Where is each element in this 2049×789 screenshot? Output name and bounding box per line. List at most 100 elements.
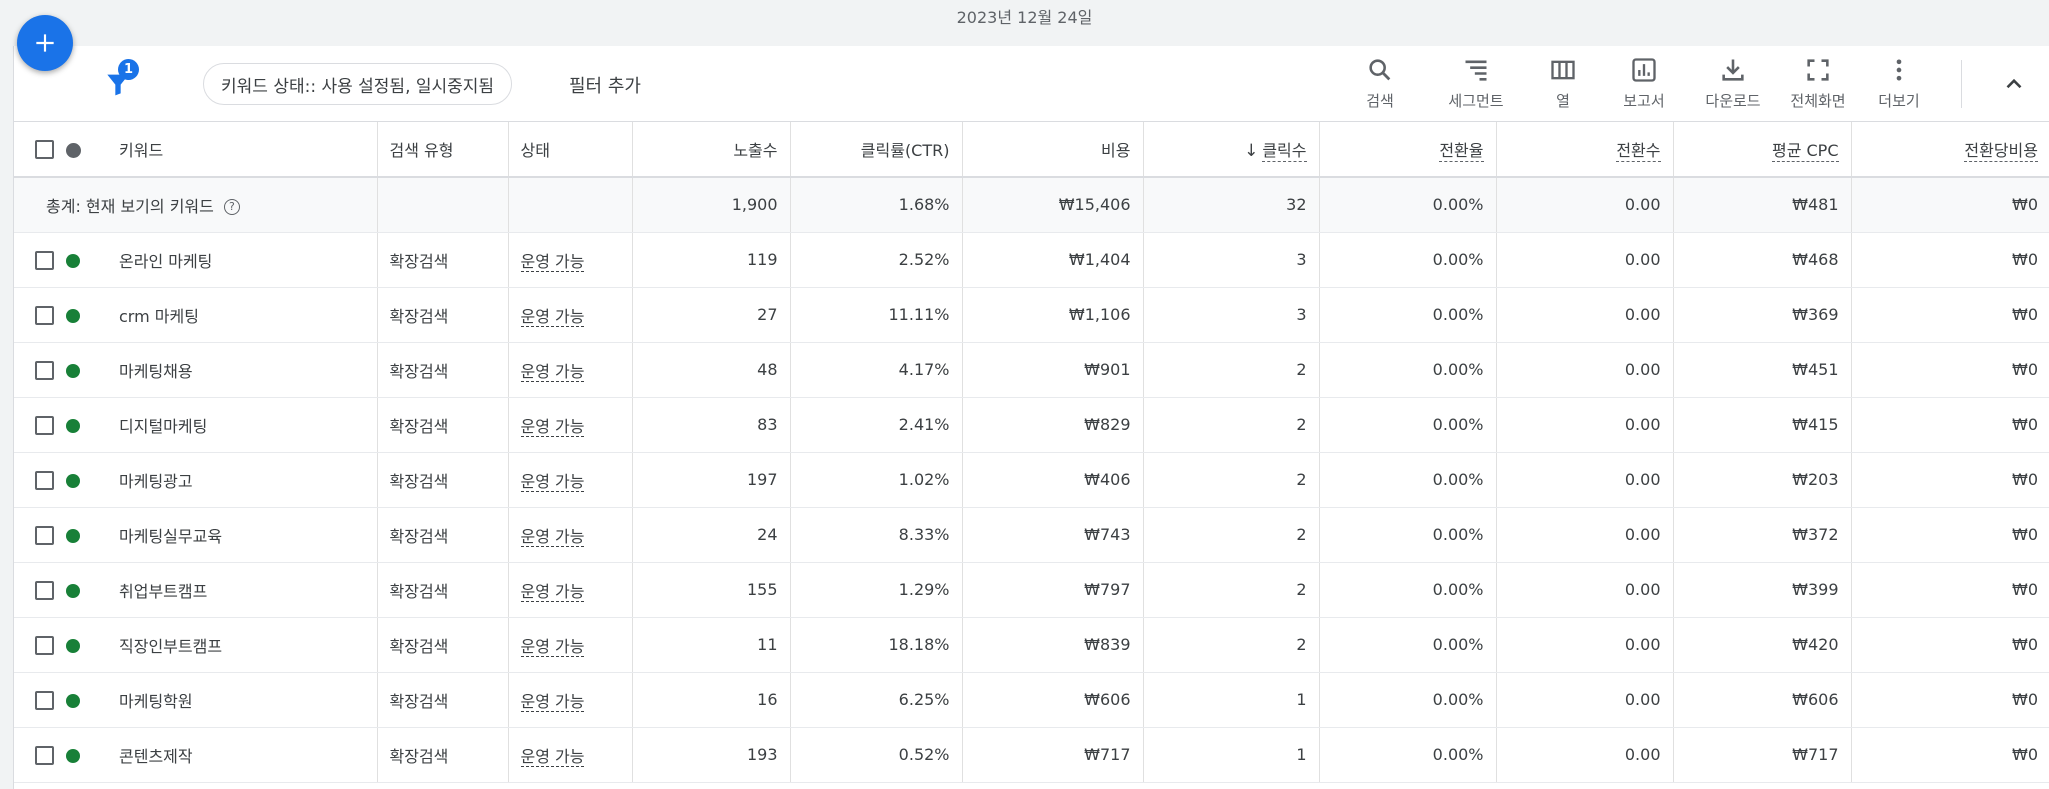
row-conversions: 0.00 xyxy=(1495,617,1673,673)
row-cost-per-conv: ₩0 xyxy=(1850,287,2049,343)
row-checkbox[interactable] xyxy=(35,415,54,435)
row-ctr: 18.18% xyxy=(789,617,962,673)
row-status: 운영 가능 xyxy=(507,617,632,673)
table-row: 온라인 마케팅 확장검색 운영 가능 119 2.52% ₩1,404 3 0.… xyxy=(14,232,2049,288)
col-cost[interactable]: 비용 xyxy=(961,122,1143,178)
status-link[interactable]: 운영 가능 xyxy=(520,636,585,657)
segment-button[interactable]: 세그먼트 xyxy=(1428,56,1524,116)
collapse-button[interactable] xyxy=(1996,66,2032,102)
table-header-row: 키워드 검색 유형 상태 노출수 클릭률(CTR) 비용 ↓ 클릭수 전환율 전환… xyxy=(14,122,2049,178)
row-checkbox[interactable] xyxy=(35,690,54,710)
keyword-text[interactable]: 온라인 마케팅 xyxy=(119,252,212,271)
col-conversions[interactable]: 전환수 xyxy=(1495,122,1673,178)
keyword-status-filter-chip[interactable]: 키워드 상태:: 사용 설정됨, 일시중지됨 xyxy=(203,63,513,105)
row-conversions: 0.00 xyxy=(1495,287,1673,343)
row-conv-rate: 0.00% xyxy=(1318,397,1496,453)
row-match-type: 확장검색 xyxy=(376,452,508,508)
row-keyword[interactable]: 마케팅실무교육 xyxy=(92,507,377,563)
col-conv-rate-label: 전환율 xyxy=(1439,141,1484,162)
add-button[interactable] xyxy=(17,15,73,71)
row-checkbox[interactable] xyxy=(35,360,54,380)
row-checkbox[interactable] xyxy=(35,525,54,545)
keyword-text[interactable]: crm 마케팅 xyxy=(119,307,199,326)
col-ctr[interactable]: 클릭률(CTR) xyxy=(789,122,962,178)
status-link[interactable]: 운영 가능 xyxy=(520,691,585,712)
col-impressions[interactable]: 노출수 xyxy=(631,122,790,178)
row-checkbox[interactable] xyxy=(35,250,54,270)
row-select-cell xyxy=(14,232,54,288)
row-impressions: 27 xyxy=(631,287,790,343)
help-icon[interactable]: ? xyxy=(223,199,240,216)
row-select-cell xyxy=(14,617,54,673)
col-status[interactable]: 상태 xyxy=(507,122,632,178)
col-keyword[interactable]: 키워드 xyxy=(92,122,377,178)
select-all-cell xyxy=(14,122,54,178)
col-cost-per-conv[interactable]: 전환당비용 xyxy=(1850,122,2049,178)
row-keyword[interactable]: crm 마케팅 xyxy=(92,287,377,343)
keyword-table: 키워드 검색 유형 상태 노출수 클릭률(CTR) 비용 ↓ 클릭수 전환율 전환… xyxy=(14,122,2049,783)
keyword-text[interactable]: 콘텐츠제작 xyxy=(119,747,193,766)
chevron-up-icon xyxy=(2006,78,2022,89)
row-keyword[interactable]: 온라인 마케팅 xyxy=(92,232,377,288)
row-cost-per-conv: ₩0 xyxy=(1850,232,2049,288)
more-button[interactable]: 더보기 xyxy=(1851,56,1947,116)
search-button[interactable]: 검색 xyxy=(1332,56,1428,116)
keyword-text[interactable]: 마케팅학원 xyxy=(119,692,193,711)
status-link[interactable]: 운영 가능 xyxy=(520,251,585,272)
keyword-text[interactable]: 취업부트캠프 xyxy=(119,582,207,601)
row-conversions: 0.00 xyxy=(1495,727,1673,783)
row-checkbox[interactable] xyxy=(35,635,54,655)
keyword-text[interactable]: 마케팅채용 xyxy=(119,362,193,381)
row-conv-rate: 0.00% xyxy=(1318,507,1496,563)
total-impressions: 1,900 xyxy=(631,177,790,233)
status-link[interactable]: 운영 가능 xyxy=(520,746,585,767)
col-clicks[interactable]: ↓ 클릭수 xyxy=(1142,122,1319,178)
row-avg-cpc: ₩606 xyxy=(1672,672,1851,728)
keyword-text[interactable]: 마케팅실무교육 xyxy=(119,527,222,546)
row-status: 운영 가능 xyxy=(507,672,632,728)
row-checkbox[interactable] xyxy=(35,470,54,490)
row-status-dot-cell xyxy=(54,617,92,673)
keyword-text[interactable]: 디지털마케팅 xyxy=(119,417,207,436)
status-link[interactable]: 운영 가능 xyxy=(520,581,585,602)
row-checkbox[interactable] xyxy=(35,305,54,325)
row-checkbox[interactable] xyxy=(35,580,54,600)
row-cost: ₩839 xyxy=(961,617,1143,673)
add-filter-button[interactable]: 필터 추가 xyxy=(569,72,641,98)
row-avg-cpc: ₩399 xyxy=(1672,562,1851,618)
row-checkbox[interactable] xyxy=(35,745,54,765)
row-impressions: 197 xyxy=(631,452,790,508)
status-link[interactable]: 운영 가능 xyxy=(520,471,585,492)
col-avg-cpc[interactable]: 평균 CPC xyxy=(1672,122,1851,178)
col-match-type[interactable]: 검색 유형 xyxy=(376,122,508,178)
row-keyword[interactable]: 직장인부트캠프 xyxy=(92,617,377,673)
row-select-cell xyxy=(14,452,54,508)
row-impressions: 155 xyxy=(631,562,790,618)
status-link[interactable]: 운영 가능 xyxy=(520,306,585,327)
row-impressions: 16 xyxy=(631,672,790,728)
status-link[interactable]: 운영 가능 xyxy=(520,526,585,547)
row-impressions: 83 xyxy=(631,397,790,453)
row-keyword[interactable]: 디지털마케팅 xyxy=(92,397,377,453)
row-keyword[interactable]: 마케팅광고 xyxy=(92,452,377,508)
keyword-text[interactable]: 마케팅광고 xyxy=(119,472,193,491)
enabled-status-dot-icon xyxy=(66,528,80,543)
status-link[interactable]: 운영 가능 xyxy=(520,416,585,437)
row-status-dot-cell xyxy=(54,727,92,783)
select-all-checkbox[interactable] xyxy=(35,140,54,159)
row-keyword[interactable]: 마케팅채용 xyxy=(92,342,377,398)
col-conv-rate[interactable]: 전환율 xyxy=(1318,122,1496,178)
row-conv-rate: 0.00% xyxy=(1318,232,1496,288)
keyword-text[interactable]: 직장인부트캠프 xyxy=(119,637,222,656)
report-button[interactable]: 보고서 xyxy=(1596,56,1692,116)
row-keyword[interactable]: 콘텐츠제작 xyxy=(92,727,377,783)
row-keyword[interactable]: 취업부트캠프 xyxy=(92,562,377,618)
col-clicks-label: 클릭수 xyxy=(1262,141,1307,162)
row-keyword[interactable]: 마케팅학원 xyxy=(92,672,377,728)
status-link[interactable]: 운영 가능 xyxy=(520,361,585,382)
total-ctr: 1.68% xyxy=(789,177,962,233)
download-button[interactable]: 다운로드 xyxy=(1685,56,1781,116)
row-select-cell xyxy=(14,672,54,728)
row-cost: ₩1,106 xyxy=(961,287,1143,343)
row-match-type: 확장검색 xyxy=(376,287,508,343)
